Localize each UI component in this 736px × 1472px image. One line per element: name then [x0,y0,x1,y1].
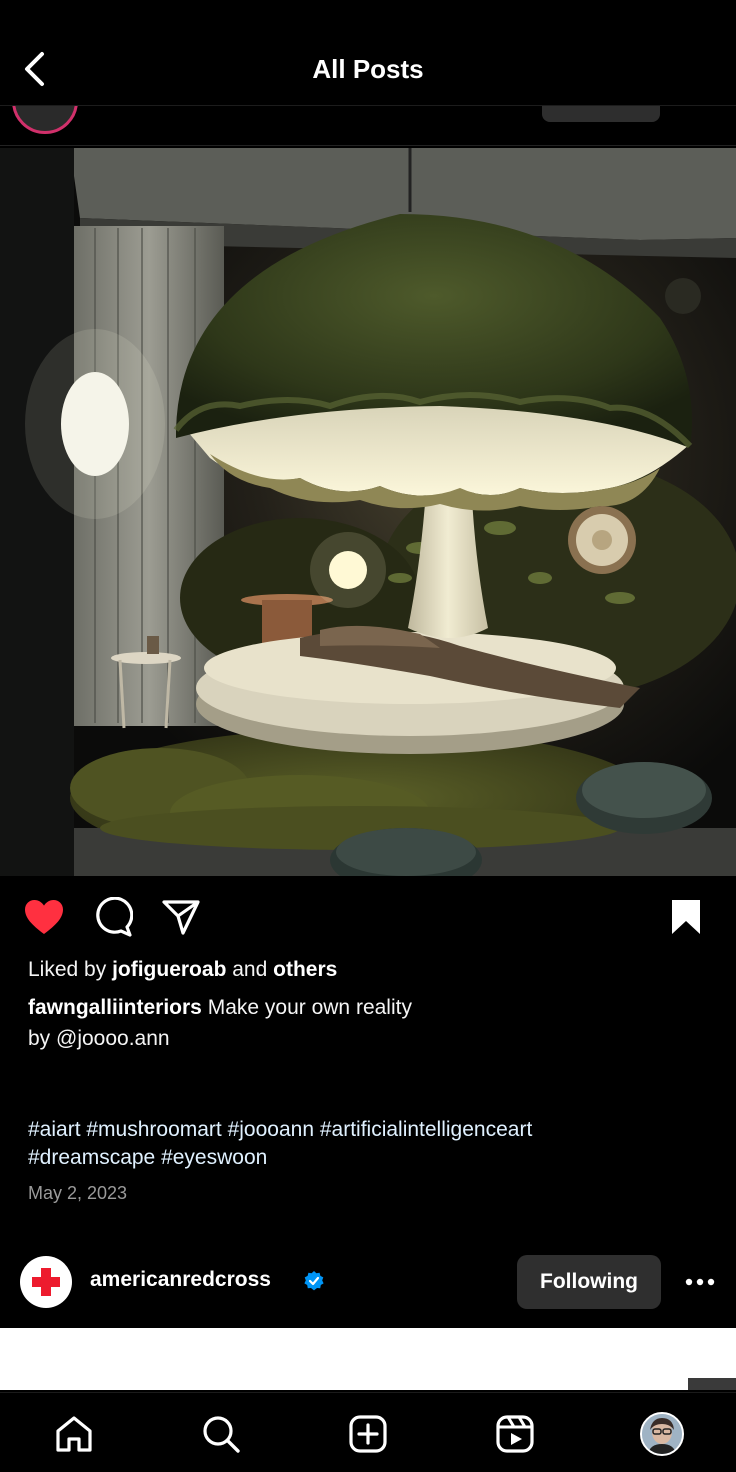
top-nav-bar: All Posts [0,0,736,106]
post-caption: fawngalliinteriors Make your own reality… [28,992,708,1054]
more-options-button[interactable] [680,1262,720,1302]
liked-others-link[interactable]: others [273,958,337,981]
bookmark-filled-icon [672,900,700,934]
tab-search[interactable] [198,1411,244,1457]
caption-username-link[interactable]: fawngalliinteriors [28,996,202,1019]
home-icon [56,1416,92,1452]
previous-post-header [0,106,736,146]
post-hashtags[interactable]: #aiart #mushroomart #joooann #artificial… [28,1116,718,1172]
following-button[interactable]: Following [517,1255,661,1309]
search-icon [203,1416,240,1453]
more-horizontal-icon [685,1278,715,1286]
author-avatar[interactable] [12,106,78,134]
previous-follow-button[interactable] [542,106,660,122]
hashtags-line-2[interactable]: #dreamscape #eyeswoon [28,1144,718,1172]
next-post-header: americanredcross Following [0,1254,736,1310]
comment-bubble-icon [96,897,133,937]
tab-create[interactable] [345,1411,391,1457]
bottom-tab-bar [0,1392,736,1472]
comment-button[interactable] [91,894,135,940]
caption-credit: by @joooo.ann [28,1027,170,1050]
verified-badge-icon [304,1271,324,1291]
red-cross-logo-icon [32,1268,60,1296]
tab-home[interactable] [51,1411,97,1457]
tab-profile[interactable] [639,1411,685,1457]
next-post-image-corner [688,1378,736,1390]
share-button[interactable] [159,894,203,940]
profile-avatar [640,1412,684,1456]
paper-plane-icon [162,900,200,935]
next-post-image[interactable] [0,1328,736,1390]
save-button[interactable] [664,894,708,940]
account-username[interactable]: americanredcross [90,1268,271,1292]
account-avatar[interactable] [20,1256,72,1308]
post-image[interactable] [0,148,736,876]
like-button[interactable] [22,894,66,940]
hashtags-line-1[interactable]: #aiart #mushroomart #joooann #artificial… [28,1116,718,1144]
liked-and: and [232,958,268,981]
liked-user-link[interactable]: jofigueroab [112,958,226,981]
post-actions [0,894,736,940]
post-date: May 2, 2023 [28,1183,128,1203]
heart-filled-icon [25,900,63,934]
page-title: All Posts [312,54,424,84]
tab-reels[interactable] [492,1411,538,1457]
liked-prefix: Liked by [28,958,107,981]
reels-icon [496,1415,534,1453]
caption-text: Make your own reality [207,996,412,1019]
create-icon [349,1415,387,1453]
liked-by-text: Liked by jofigueroab and others [28,958,337,982]
